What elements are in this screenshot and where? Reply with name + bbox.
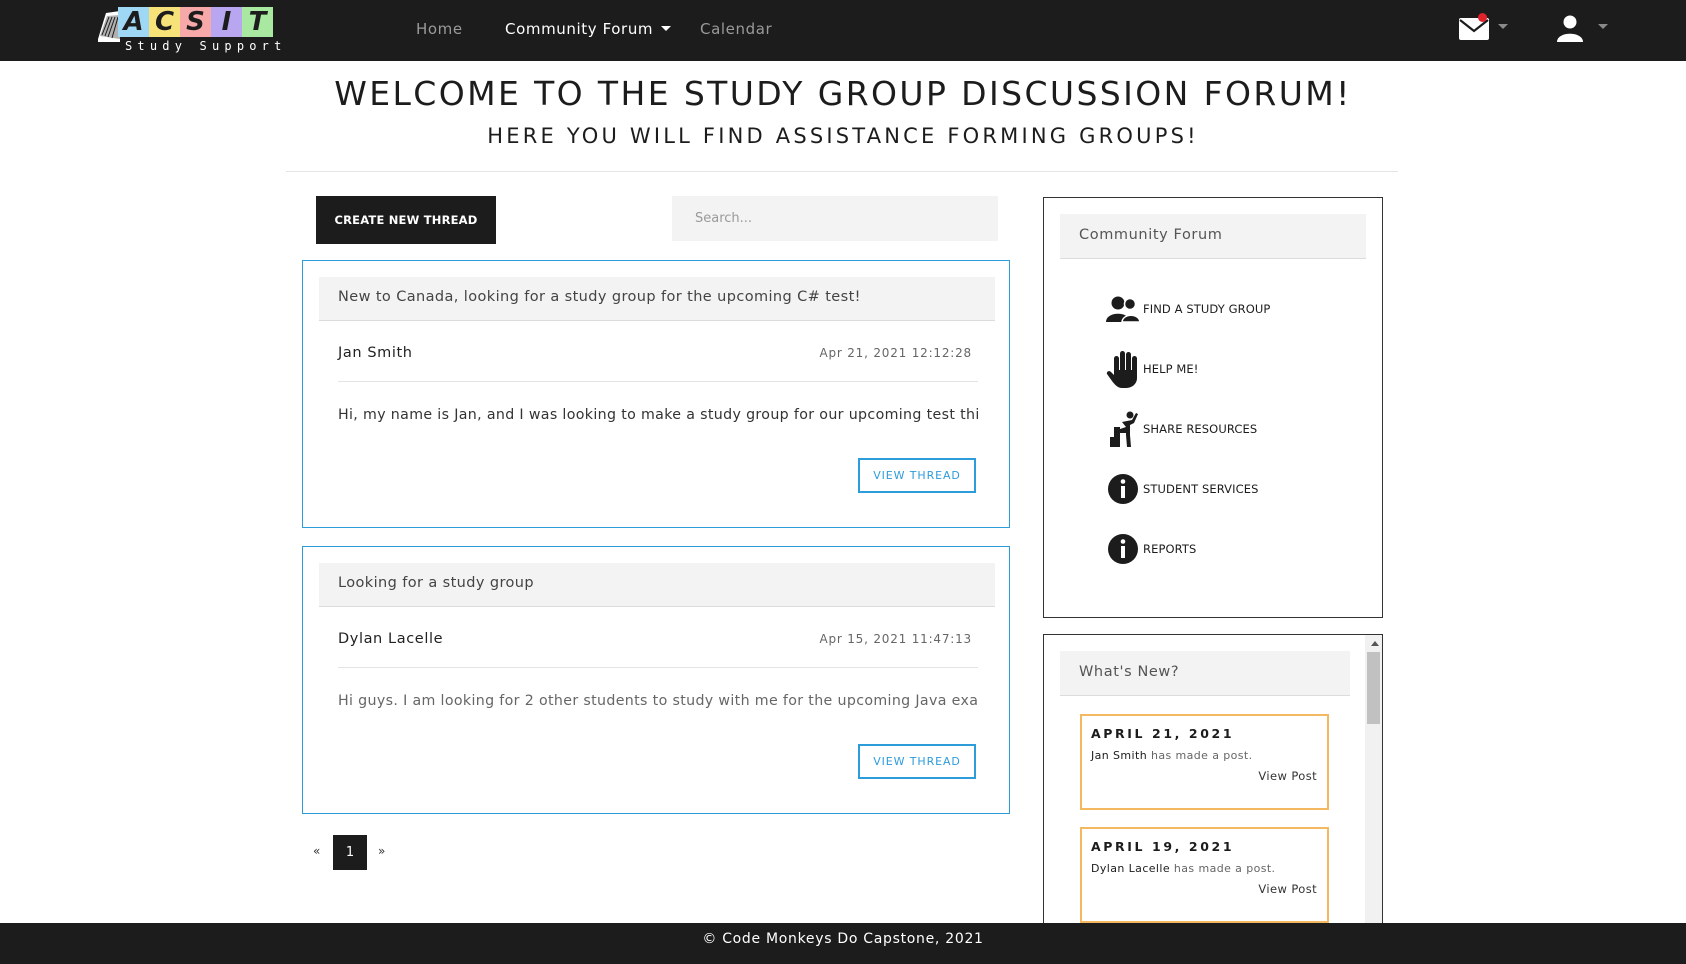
sidebar-item-student-services[interactable]: STUDENT SERVICES bbox=[1105, 471, 1259, 507]
chevron-down-icon bbox=[661, 26, 672, 31]
users-icon bbox=[1105, 291, 1141, 327]
search-input[interactable] bbox=[672, 196, 998, 241]
chevron-down-icon bbox=[1498, 24, 1508, 29]
user-icon bbox=[1557, 15, 1583, 42]
community-forum-panel: Community Forum FIND A STUDY GROUP HELP … bbox=[1043, 197, 1383, 618]
info-circle-icon bbox=[1105, 471, 1141, 507]
logo-letter: C bbox=[149, 7, 180, 37]
panel-title: Community Forum bbox=[1060, 214, 1366, 259]
thread-author: Dylan Lacelle bbox=[338, 631, 444, 647]
sidebar-item-label: REPORTS bbox=[1143, 542, 1197, 556]
logo-letter: A bbox=[118, 7, 149, 37]
scroll-up-arrow-icon[interactable] bbox=[1371, 641, 1379, 646]
news-date: APRIL 21, 2021 bbox=[1091, 726, 1235, 741]
footer: © Code Monkeys Do Capstone, 2021 bbox=[0, 923, 1686, 964]
chevron-down-icon bbox=[1598, 24, 1608, 29]
news-user: Dylan Lacelle bbox=[1091, 862, 1171, 875]
info-circle-icon bbox=[1105, 531, 1141, 567]
create-new-thread-button[interactable]: CREATE NEW THREAD bbox=[316, 196, 496, 244]
whats-new-panel: What's New? APRIL 21, 2021 Jan Smith has… bbox=[1043, 634, 1383, 924]
sidebar-item-label: STUDENT SERVICES bbox=[1143, 482, 1259, 496]
thread-title[interactable]: New to Canada, looking for a study group… bbox=[319, 277, 995, 321]
scrollbar-thumb[interactable] bbox=[1367, 652, 1380, 724]
acsit-logo[interactable]: A C S I T Study Support bbox=[96, 5, 281, 57]
thread-date: Apr 15, 2021 11:47:13 bbox=[819, 632, 972, 646]
sidebar-item-reports[interactable]: REPORTS bbox=[1105, 531, 1196, 567]
thread-excerpt: Hi guys. I am looking for 2 other studen… bbox=[338, 693, 978, 709]
user-menu-dropdown[interactable] bbox=[1556, 14, 1608, 46]
thread-date: Apr 21, 2021 12:12:28 bbox=[819, 346, 972, 360]
sidebar-item-label: HELP ME! bbox=[1143, 362, 1199, 376]
page-title: WELCOME TO THE STUDY GROUP DISCUSSION FO… bbox=[334, 74, 1352, 113]
sidebar-item-help-me[interactable]: HELP ME! bbox=[1105, 351, 1199, 388]
news-user: Jan Smith bbox=[1091, 749, 1148, 762]
nav-calendar-link[interactable]: Calendar bbox=[700, 20, 772, 38]
nav-home-link[interactable]: Home bbox=[416, 20, 463, 38]
news-action: has made a post. bbox=[1151, 749, 1253, 762]
page-subtitle: HERE YOU WILL FIND ASSISTANCE FORMING GR… bbox=[487, 124, 1199, 148]
messages-dropdown[interactable] bbox=[1458, 13, 1508, 46]
view-post-link[interactable]: View Post bbox=[1258, 769, 1317, 783]
divider bbox=[338, 381, 978, 382]
sidebar-item-label: FIND A STUDY GROUP bbox=[1143, 302, 1271, 316]
logo-letter: S bbox=[180, 7, 211, 37]
pagination-prev[interactable]: « bbox=[313, 844, 320, 858]
thread-excerpt: Hi, my name is Jan, and I was looking to… bbox=[338, 407, 978, 423]
logo-letter: I bbox=[211, 7, 242, 37]
divider bbox=[286, 171, 1398, 172]
sidebar-item-find-study-group[interactable]: FIND A STUDY GROUP bbox=[1105, 291, 1270, 327]
news-date: APRIL 19, 2021 bbox=[1091, 839, 1235, 854]
panel-title: What's New? bbox=[1060, 651, 1350, 696]
pagination-next[interactable]: » bbox=[378, 844, 385, 858]
news-item: APRIL 19, 2021 Dylan Lacelle has made a … bbox=[1080, 827, 1329, 923]
nav-community-forum-dropdown[interactable]: Community Forum bbox=[505, 20, 672, 38]
thread-title[interactable]: Looking for a study group bbox=[319, 563, 995, 607]
view-thread-button[interactable]: VIEW THREAD bbox=[858, 744, 976, 779]
divider bbox=[338, 667, 978, 668]
news-text: Jan Smith has made a post. bbox=[1091, 749, 1253, 762]
thread-card: New to Canada, looking for a study group… bbox=[302, 260, 1010, 528]
sidebar-item-share-resources[interactable]: SHARE RESOURCES bbox=[1105, 411, 1257, 447]
footer-copyright: © Code Monkeys Do Capstone, 2021 bbox=[702, 931, 984, 947]
logo-letter: T bbox=[242, 7, 273, 37]
nav-community-forum-label: Community Forum bbox=[505, 20, 654, 38]
logo-tagline: Study Support bbox=[125, 39, 287, 53]
view-thread-button[interactable]: VIEW THREAD bbox=[858, 458, 976, 493]
news-action: has made a post. bbox=[1173, 862, 1276, 875]
raised-hand-icon bbox=[1105, 351, 1141, 388]
news-item: APRIL 21, 2021 Jan Smith has made a post… bbox=[1080, 714, 1329, 810]
sidebar-item-label: SHARE RESOURCES bbox=[1143, 422, 1258, 436]
top-navbar: A C S I T Study Support Home Community F… bbox=[0, 0, 1686, 61]
news-text: Dylan Lacelle has made a post. bbox=[1091, 862, 1275, 875]
person-presenting-icon bbox=[1105, 411, 1141, 447]
thread-author: Jan Smith bbox=[338, 345, 413, 361]
notification-dot bbox=[1478, 13, 1487, 22]
thread-card: Looking for a study group Dylan Lacelle … bbox=[302, 546, 1010, 814]
pagination-current-page[interactable]: 1 bbox=[333, 835, 367, 870]
view-post-link[interactable]: View Post bbox=[1258, 882, 1317, 896]
